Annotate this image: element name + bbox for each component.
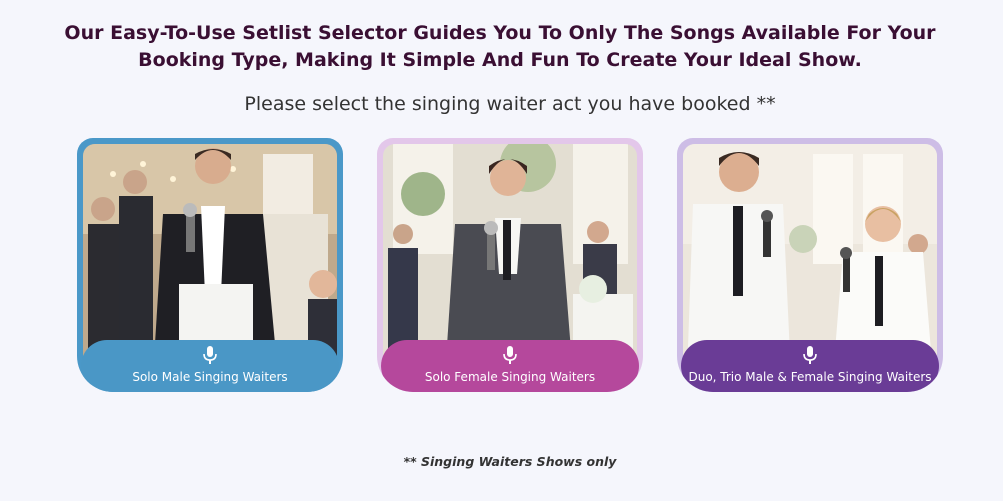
subtitle: Please select the singing waiter act you…: [244, 93, 776, 115]
footnote-stars: **: [403, 454, 417, 469]
card-solo-female[interactable]: Solo Female Singing Waiters: [377, 138, 643, 392]
card-pill-duo-trio[interactable]: Duo, Trio Male & Female Singing Waiters: [681, 340, 939, 392]
card-solo-male[interactable]: Solo Male Singing Waiters: [77, 138, 343, 392]
card-duo-trio[interactable]: Duo, Trio Male & Female Singing Waiters: [677, 138, 943, 392]
microphone-icon: [203, 346, 217, 368]
card-label: Solo Female Singing Waiters: [424, 370, 596, 384]
microphone-icon: [503, 346, 517, 368]
card-label: Solo Male Singing Waiters: [132, 370, 288, 384]
footnote: ** Singing Waiters Shows only: [0, 454, 1003, 469]
card-label: Duo, Trio Male & Female Singing Waiters: [688, 370, 932, 384]
card-pill-solo-female[interactable]: Solo Female Singing Waiters: [381, 340, 639, 392]
footnote-text: Singing Waiters Shows only: [421, 454, 617, 469]
headline: Our Easy-To-Use Setlist Selector Guides …: [64, 22, 936, 71]
card-pill-solo-male[interactable]: Solo Male Singing Waiters: [81, 340, 339, 392]
microphone-icon: [803, 346, 817, 368]
